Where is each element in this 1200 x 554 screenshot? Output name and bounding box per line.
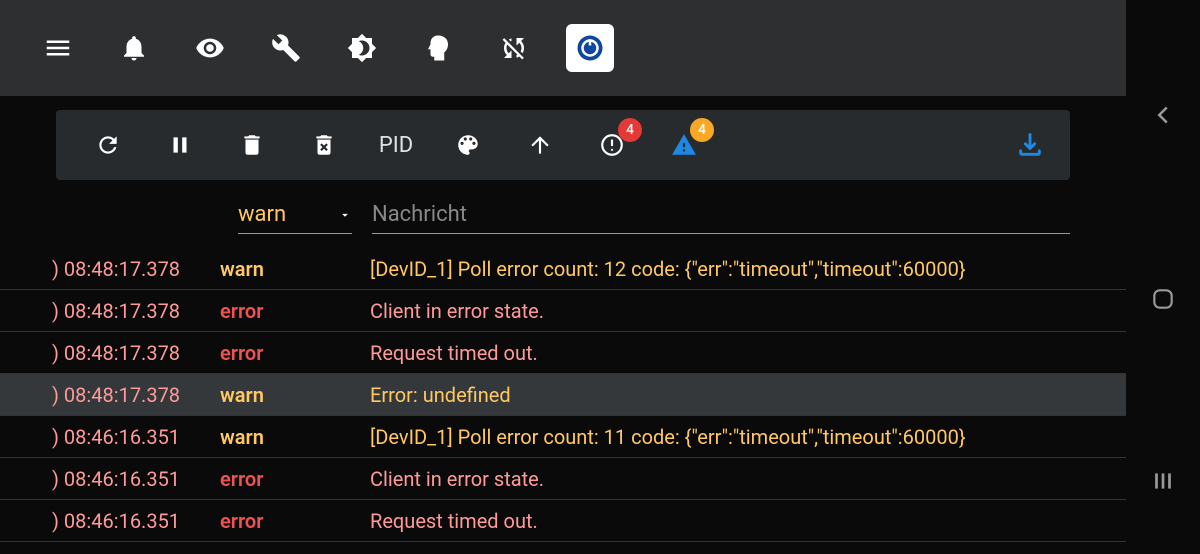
- chevron-left-icon: [1148, 100, 1178, 130]
- back-button[interactable]: [1148, 100, 1178, 130]
- message-filter-input[interactable]: Nachricht: [372, 196, 1070, 234]
- bell-icon: [119, 33, 149, 63]
- log-time: ) 08:48:17.378: [52, 299, 220, 323]
- recents-icon: [1150, 468, 1176, 494]
- notifications-button[interactable]: [96, 0, 172, 96]
- log-time: ) 08:46:16.351: [52, 509, 220, 533]
- log-message: Request timed out.: [370, 509, 1070, 533]
- download-icon: [1016, 131, 1044, 159]
- log-row[interactable]: ) 08:48:17.378warnError: undefined: [0, 374, 1126, 416]
- head-icon: [423, 33, 453, 63]
- log-row[interactable]: ) 08:48:17.378warn[DevID_1] Poll error c…: [0, 248, 1126, 290]
- log-level: error: [220, 299, 370, 323]
- log-level: warn: [220, 257, 370, 281]
- log-row[interactable]: ) 08:46:16.351errorClient in error state…: [0, 458, 1126, 500]
- log-row[interactable]: ) 08:48:17.378errorClient in error state…: [0, 290, 1126, 332]
- refresh-button[interactable]: [72, 110, 144, 180]
- log-level: error: [220, 467, 370, 491]
- message-filter-placeholder: Nachricht: [372, 202, 467, 227]
- action-toolbar-container: PID 4 4: [0, 96, 1126, 180]
- scroll-up-button[interactable]: [504, 110, 576, 180]
- log-list: ) 08:48:17.378warn[DevID_1] Poll error c…: [0, 244, 1126, 542]
- app-logo-button[interactable]: [552, 0, 628, 96]
- log-level: error: [220, 341, 370, 365]
- error-badge: 4: [618, 118, 642, 142]
- home-icon: [1150, 286, 1176, 312]
- pause-icon: [167, 132, 193, 158]
- menu-icon: [43, 33, 73, 63]
- visibility-button[interactable]: [172, 0, 248, 96]
- log-time: ) 08:46:16.351: [52, 425, 220, 449]
- level-filter-value: warn: [238, 202, 286, 227]
- main-content: PID 4 4 warn: [0, 0, 1126, 554]
- pid-label: PID: [379, 133, 413, 158]
- log-message: Request timed out.: [370, 341, 1070, 365]
- log-message: [DevID_1] Poll error count: 12 code: {"e…: [370, 257, 1070, 281]
- wrench-icon: [271, 33, 301, 63]
- palette-icon: [455, 132, 481, 158]
- log-row[interactable]: ) 08:48:17.378errorRequest timed out.: [0, 332, 1126, 374]
- settings-button[interactable]: [248, 0, 324, 96]
- log-message: Client in error state.: [370, 299, 1070, 323]
- sync-disabled-icon: [499, 33, 529, 63]
- filter-row: warn Nachricht: [0, 180, 1126, 244]
- app-logo: [566, 24, 614, 72]
- action-toolbar: PID 4 4: [56, 110, 1070, 180]
- delete-button[interactable]: [216, 110, 288, 180]
- log-time: ) 08:48:17.378: [52, 341, 220, 365]
- delete-forever-button[interactable]: [288, 110, 360, 180]
- brightness-icon: [347, 33, 377, 63]
- arrow-up-icon: [527, 132, 553, 158]
- recents-button[interactable]: [1150, 468, 1176, 494]
- download-button[interactable]: [1006, 121, 1054, 169]
- refresh-icon: [95, 132, 121, 158]
- logo-icon: [575, 33, 605, 63]
- trash-icon: [239, 132, 265, 158]
- menu-button[interactable]: [20, 0, 96, 96]
- log-message: [DevID_1] Poll error count: 11 code: {"e…: [370, 425, 1070, 449]
- trash-x-icon: [311, 132, 337, 158]
- log-message: Error: undefined: [370, 383, 1070, 407]
- theme-button[interactable]: [324, 0, 400, 96]
- home-button[interactable]: [1150, 286, 1176, 312]
- top-toolbar: [0, 0, 1126, 96]
- error-filter-button[interactable]: 4: [576, 110, 648, 180]
- eye-icon: [195, 33, 225, 63]
- log-message: Client in error state.: [370, 467, 1070, 491]
- palette-button[interactable]: [432, 110, 504, 180]
- warn-filter-button[interactable]: 4: [648, 110, 720, 180]
- log-level: warn: [220, 383, 370, 407]
- pause-button[interactable]: [144, 110, 216, 180]
- chevron-down-icon: [338, 208, 352, 222]
- log-level: error: [220, 509, 370, 533]
- log-row[interactable]: ) 08:46:16.351errorRequest timed out.: [0, 500, 1126, 542]
- log-level: warn: [220, 425, 370, 449]
- log-time: ) 08:48:17.378: [52, 383, 220, 407]
- warn-badge: 4: [690, 118, 714, 142]
- pid-filter-button[interactable]: PID: [360, 110, 432, 180]
- system-nav-bar: [1126, 0, 1200, 554]
- log-row[interactable]: ) 08:46:16.351warn[DevID_1] Poll error c…: [0, 416, 1126, 458]
- log-time: ) 08:46:16.351: [52, 467, 220, 491]
- level-filter-dropdown[interactable]: warn: [238, 196, 352, 234]
- sync-off-button[interactable]: [476, 0, 552, 96]
- log-time: ) 08:48:17.378: [52, 257, 220, 281]
- profile-button[interactable]: [400, 0, 476, 96]
